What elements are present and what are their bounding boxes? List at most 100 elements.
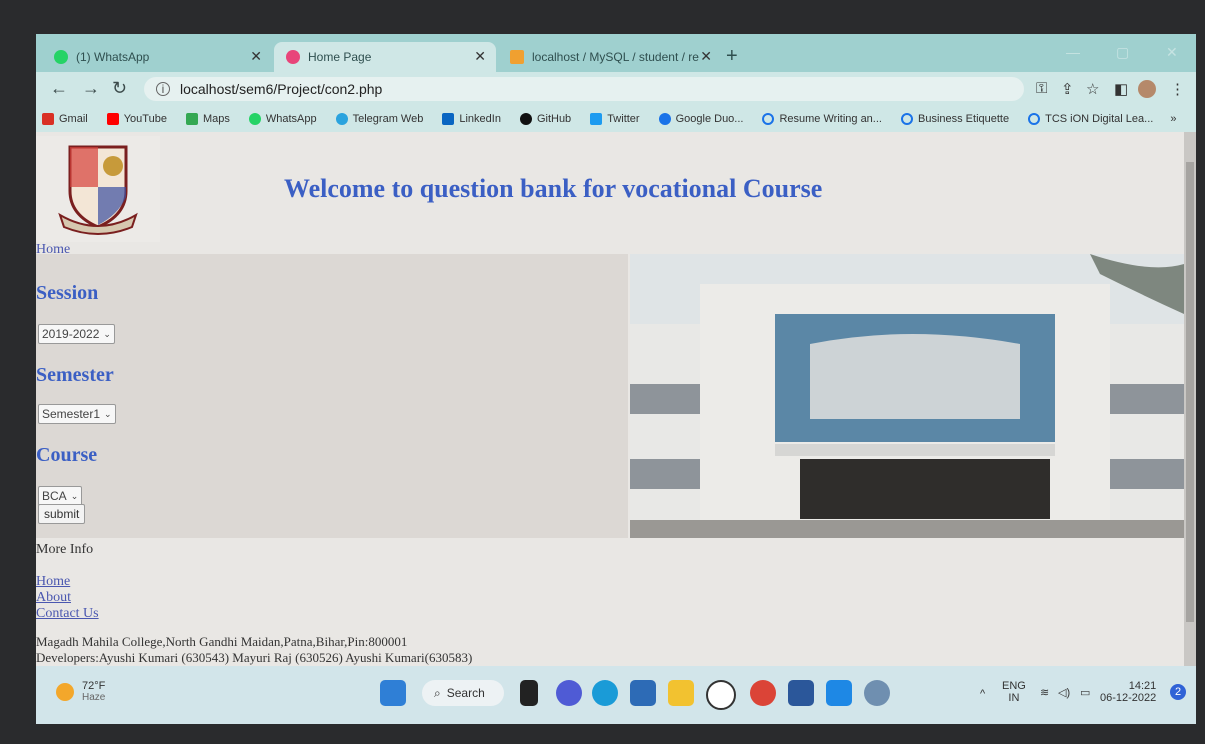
wifi-icon[interactable]: ≋ xyxy=(1040,686,1049,699)
weather-icon xyxy=(56,682,74,701)
weather-condition: Haze xyxy=(82,692,106,703)
bookmark-maps[interactable]: Maps xyxy=(180,113,230,125)
region: IN xyxy=(1008,692,1020,704)
new-tab-icon[interactable]: + xyxy=(726,45,738,68)
edge-icon[interactable] xyxy=(592,680,618,706)
bookmark-whatsapp[interactable]: WhatsApp xyxy=(243,113,317,125)
course-select[interactable]: BCA ⌄ xyxy=(38,486,83,506)
footer-home-link[interactable]: Home xyxy=(36,574,70,590)
tab-whatsapp[interactable]: (1) WhatsApp ✕ xyxy=(42,42,272,72)
browser-window: (1) WhatsApp ✕ Home Page ✕ localhost / M… xyxy=(36,34,1196,724)
submit-button[interactable]: submit xyxy=(38,504,86,524)
web-page: Welcome to question bank for vocational … xyxy=(36,132,1184,666)
share-icon[interactable]: ⇪ xyxy=(1061,80,1074,98)
youtube-icon xyxy=(106,113,119,125)
power-icon xyxy=(762,113,775,125)
file-explorer-icon[interactable] xyxy=(668,680,694,706)
bookmarks-bar: Gmail YouTube Maps WhatsApp Telegram Web… xyxy=(36,106,1196,132)
bookmark-business-etiquette[interactable]: Business Etiquette xyxy=(895,113,1009,125)
course-value: BCA xyxy=(42,489,67,503)
college-building-image xyxy=(630,254,1184,538)
scrollbar-thumb[interactable] xyxy=(1186,162,1194,622)
mail-icon[interactable] xyxy=(630,680,656,706)
bookmark-google-duo[interactable]: Google Duo... xyxy=(653,113,744,125)
dell-icon[interactable] xyxy=(706,680,736,710)
phpmyadmin-icon xyxy=(510,50,524,64)
linkedin-icon xyxy=(442,113,455,125)
address-bar[interactable]: i localhost/sem6/Project/con2.php xyxy=(144,77,1024,101)
bookmark-linkedin[interactable]: LinkedIn xyxy=(436,113,501,125)
volume-icon[interactable]: ◁) xyxy=(1058,686,1070,699)
session-heading: Session xyxy=(36,282,99,304)
footer-contact-link[interactable]: Contact Us xyxy=(36,606,99,622)
search-icon: ⌕ xyxy=(434,685,441,700)
bookmark-label: WhatsApp xyxy=(265,113,317,125)
bookmark-label: Gmail xyxy=(59,113,88,125)
forward-icon[interactable]: → xyxy=(82,78,100,99)
bookmark-twitter[interactable]: Twitter xyxy=(584,113,640,125)
url-text: localhost/sem6/Project/con2.php xyxy=(180,81,383,97)
bookmark-telegram[interactable]: Telegram Web xyxy=(330,113,423,125)
avatar[interactable] xyxy=(1138,80,1156,98)
github-icon xyxy=(519,113,532,125)
teams-icon[interactable] xyxy=(556,680,582,706)
bookmark-github[interactable]: GitHub xyxy=(514,113,571,125)
word-icon[interactable] xyxy=(788,680,814,706)
bookmark-label: Google Duo... xyxy=(675,113,744,125)
tab-phpmyadmin[interactable]: localhost / MySQL / student / re ✕ xyxy=(498,42,722,72)
sidepanel-icon[interactable]: ◧ xyxy=(1114,80,1128,98)
clock[interactable]: 14:21 06-12-2022 xyxy=(1100,680,1156,704)
star-icon[interactable]: ☆ xyxy=(1086,80,1099,98)
whatsapp-icon xyxy=(54,50,68,64)
temperature: 72°F xyxy=(82,680,106,692)
semester-select[interactable]: Semester1 ⌄ xyxy=(38,404,116,424)
bookmark-youtube[interactable]: YouTube xyxy=(101,113,167,125)
tab-label: localhost / MySQL / student / re xyxy=(532,50,699,64)
session-select[interactable]: 2019-2022 ⌄ xyxy=(38,324,115,344)
reload-icon[interactable]: ↻ xyxy=(112,78,127,99)
windows-start-icon[interactable] xyxy=(380,680,406,706)
language-indicator[interactable]: ENG IN xyxy=(1002,680,1026,704)
site-info-icon[interactable]: i xyxy=(156,82,170,96)
whatsapp-icon xyxy=(248,113,261,125)
bookmark-label: TCS iON Digital Lea... xyxy=(1045,113,1154,125)
page-icon xyxy=(286,50,300,64)
more-bookmarks-icon[interactable]: » xyxy=(1170,113,1176,125)
weather-widget[interactable]: 72°F Haze xyxy=(56,680,105,703)
tab-strip: (1) WhatsApp ✕ Home Page ✕ localhost / M… xyxy=(36,34,1196,72)
power-icon xyxy=(900,113,913,125)
close-window-icon[interactable]: ✕ xyxy=(1166,44,1178,61)
chrome-icon[interactable] xyxy=(750,680,776,706)
battery-icon[interactable]: ▭ xyxy=(1080,686,1090,699)
page-scrollbar[interactable] xyxy=(1184,132,1196,666)
tab-home-page[interactable]: Home Page ✕ xyxy=(274,42,496,72)
task-view-icon[interactable] xyxy=(520,680,538,706)
back-icon[interactable]: ← xyxy=(50,78,68,99)
taskbar-search[interactable]: ⌕ Search xyxy=(422,680,504,706)
bookmark-label: Maps xyxy=(202,113,230,125)
vscode-icon[interactable] xyxy=(826,680,852,706)
key-icon[interactable]: ⚿ xyxy=(1036,80,1047,97)
bookmark-resume[interactable]: Resume Writing an... xyxy=(756,113,882,125)
tab-label: Home Page xyxy=(308,50,372,64)
minimize-icon[interactable]: — xyxy=(1066,44,1080,60)
notification-badge[interactable]: 2 xyxy=(1170,684,1186,700)
bookmark-gmail[interactable]: Gmail xyxy=(36,113,88,125)
college-address: Magadh Mahila College,North Gandhi Maida… xyxy=(36,634,408,649)
close-tab-icon[interactable]: ✕ xyxy=(474,48,486,65)
course-heading: Course xyxy=(36,444,98,466)
app-icon[interactable] xyxy=(864,680,890,706)
taskbar: 72°F Haze ⌕ Search ^ ENG IN ≋ ◁) ▭ 14:21 … xyxy=(36,666,1196,724)
menu-icon[interactable]: ⋮ xyxy=(1170,80,1185,98)
close-tab-icon[interactable]: ✕ xyxy=(700,48,712,65)
footer-about-link[interactable]: About xyxy=(36,590,71,606)
maximize-icon[interactable]: ▢ xyxy=(1116,44,1129,61)
search-label: Search xyxy=(446,686,485,700)
page-title: Welcome to question bank for vocational … xyxy=(284,174,823,203)
bookmark-label: YouTube xyxy=(123,113,167,125)
duo-icon xyxy=(658,113,671,125)
close-tab-icon[interactable]: ✕ xyxy=(250,48,262,65)
bookmark-tcs-ion[interactable]: TCS iON Digital Lea... xyxy=(1022,113,1153,125)
filter-form: Session 2019-2022 ⌄ Semester Semester1 ⌄ C… xyxy=(36,254,628,538)
chevron-up-icon[interactable]: ^ xyxy=(980,688,985,700)
